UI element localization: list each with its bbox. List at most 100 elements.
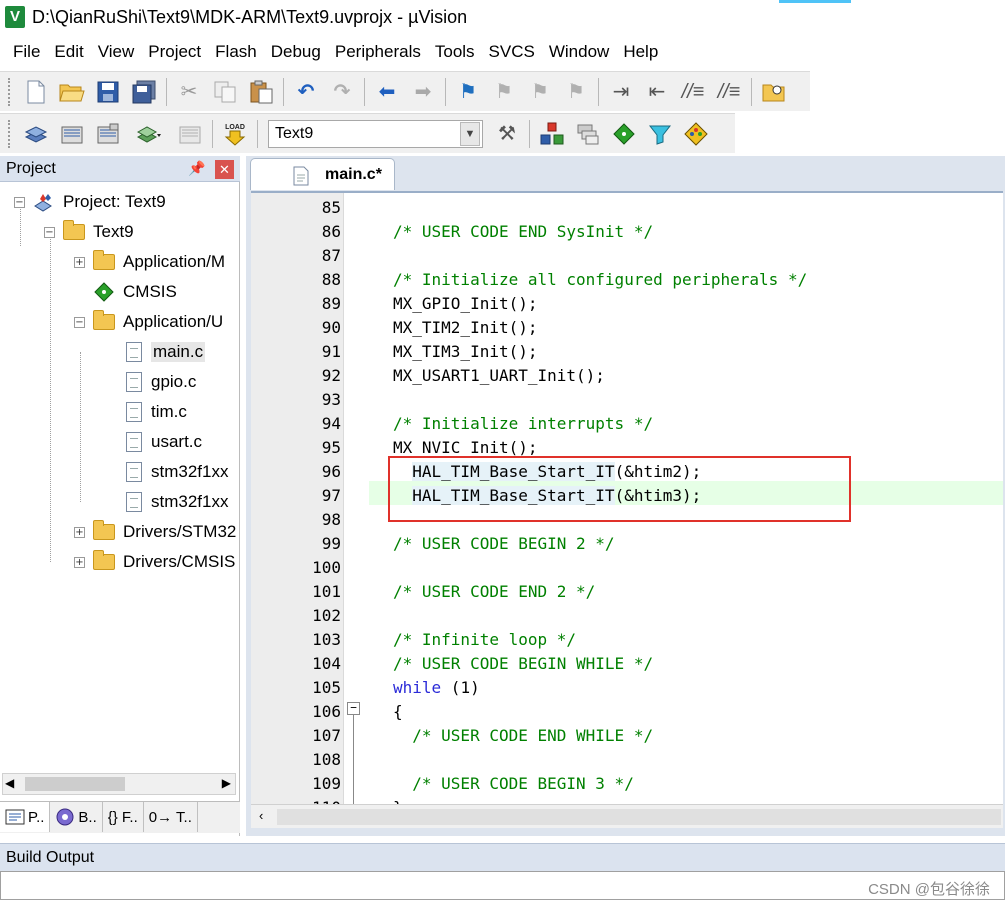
batch-build-button[interactable] [129, 119, 169, 149]
code-line[interactable]: 99 /* USER CODE BEGIN 2 */ [251, 532, 1003, 556]
insert-bookmark-button[interactable]: ⚑ [453, 77, 483, 107]
code-line[interactable]: 85 [251, 196, 1003, 220]
tree-file-stm32f1xx-msp[interactable]: stm32f1xx [125, 488, 228, 516]
stop-build-button[interactable] [175, 119, 205, 149]
scrollbar-thumb[interactable] [25, 777, 125, 791]
code-line[interactable]: 88 /* Initialize all configured periphera… [251, 268, 1003, 292]
manage-project-items-button[interactable] [537, 119, 567, 149]
code-line[interactable]: 107 /* USER CODE END WHILE */ [251, 724, 1003, 748]
tree-file-gpio-c[interactable]: gpio.c [125, 368, 196, 396]
pack-installer-button[interactable] [645, 119, 675, 149]
fold-collapse-icon[interactable]: − [347, 702, 360, 715]
code-line[interactable]: 108 [251, 748, 1003, 772]
tree-node-target[interactable]: − Text9 [44, 218, 134, 246]
code-line[interactable]: 92 MX_USART1_UART_Init(); [251, 364, 1003, 388]
expand-icon[interactable]: + [74, 556, 85, 568]
tree-file-main-c[interactable]: main.c [125, 338, 206, 366]
scroll-left-icon[interactable]: ◀ [5, 776, 14, 790]
save-button[interactable] [93, 77, 123, 107]
menu-peripherals[interactable]: Peripherals [328, 39, 428, 65]
code-line[interactable]: 104 /* USER CODE BEGIN WHILE */ [251, 652, 1003, 676]
save-all-button[interactable] [129, 77, 159, 107]
code-line[interactable]: 100 [251, 556, 1003, 580]
menu-help[interactable]: Help [616, 39, 665, 65]
target-select[interactable]: Text9 ▼ [268, 119, 483, 148]
code-line[interactable]: 91 MX_TIM3_Init(); [251, 340, 1003, 364]
uncomment-selection-button[interactable]: //≡ [714, 77, 744, 107]
select-packs-button[interactable] [573, 119, 603, 149]
rebuild-button[interactable] [93, 119, 123, 149]
tree-file-usart-c[interactable]: usart.c [125, 428, 202, 456]
tree-file-stm32f1xx-it[interactable]: stm32f1xx [125, 458, 228, 486]
code-line[interactable]: 109 /* USER CODE BEGIN 3 */ [251, 772, 1003, 796]
tab-project[interactable]: P.. [0, 802, 51, 832]
code-line[interactable]: 94 /* Initialize interrupts */ [251, 412, 1003, 436]
code-editor[interactable]: 85 86 /* USER CODE END SysInit */ 87 88 /* In… [251, 191, 1003, 804]
collapse-icon[interactable]: − [14, 196, 25, 208]
code-line[interactable]: 101 /* USER CODE END 2 */ [251, 580, 1003, 604]
tree-node-group-drivers-cmsis[interactable]: + Drivers/CMSIS [74, 548, 235, 576]
redo-button[interactable]: ↷ [327, 77, 357, 107]
find-in-files-button[interactable] [759, 77, 789, 107]
chevron-down-icon[interactable]: ▼ [460, 121, 480, 146]
build-output-area[interactable]: CSDN @包谷徐徐 [0, 871, 1005, 900]
code-line[interactable]: 102 [251, 604, 1003, 628]
code-line[interactable]: 106 { [251, 700, 1003, 724]
tree-node-project[interactable]: − Project: Text9 [14, 188, 166, 216]
clear-bookmarks-button[interactable]: ⚑ [561, 77, 591, 107]
uvision-app-icon[interactable]: V [5, 6, 25, 28]
tab-functions[interactable]: {} F.. [103, 802, 144, 832]
project-tree-horizontal-scrollbar[interactable]: ◀ ▶ [2, 773, 236, 795]
download-button[interactable]: LOAD [220, 119, 250, 149]
menu-edit[interactable]: Edit [47, 39, 90, 65]
next-bookmark-button[interactable]: ⚑ [525, 77, 555, 107]
toolbar-grip[interactable] [8, 119, 12, 148]
expand-icon[interactable]: + [74, 526, 85, 538]
expand-icon[interactable]: + [74, 256, 85, 268]
tree-node-group-application-user[interactable]: − Application/U [74, 308, 223, 336]
pin-icon[interactable]: 📌 [188, 160, 205, 177]
tree-file-tim-c[interactable]: tim.c [125, 398, 187, 426]
software-packs-button[interactable] [681, 119, 711, 149]
paste-button[interactable] [246, 77, 276, 107]
undo-button[interactable]: ↶ [291, 77, 321, 107]
code-line[interactable]: 105 while (1) [251, 676, 1003, 700]
copy-button[interactable] [210, 77, 240, 107]
menu-flash[interactable]: Flash [208, 39, 264, 65]
tab-books[interactable]: B.. [50, 802, 103, 832]
menu-window[interactable]: Window [542, 39, 616, 65]
manage-rte-button[interactable] [609, 119, 639, 149]
menu-view[interactable]: View [91, 39, 142, 65]
indent-button[interactable]: ⇥ [606, 77, 636, 107]
code-line[interactable]: 89 MX_GPIO_Init(); [251, 292, 1003, 316]
code-line[interactable]: 87 [251, 244, 1003, 268]
menu-file[interactable]: File [6, 39, 47, 65]
navigate-forward-button[interactable]: ➡ [408, 77, 438, 107]
toolbar-grip[interactable] [8, 77, 12, 106]
collapse-icon[interactable]: − [44, 226, 55, 238]
menu-svcs[interactable]: SVCS [482, 39, 542, 65]
build-button[interactable] [57, 119, 87, 149]
translate-button[interactable] [21, 119, 51, 149]
scrollbar-track[interactable] [277, 809, 1001, 825]
editor-horizontal-scrollbar[interactable]: ‹ [251, 804, 1003, 828]
cut-button[interactable]: ✂ [174, 77, 204, 107]
code-line[interactable]: 93 [251, 388, 1003, 412]
open-file-button[interactable] [57, 77, 87, 107]
close-panel-icon[interactable]: ✕ [215, 160, 234, 179]
options-for-target-button[interactable]: ⚒ [492, 119, 522, 149]
code-line[interactable]: 103 /* Infinite loop */ [251, 628, 1003, 652]
unindent-button[interactable]: ⇤ [642, 77, 672, 107]
menu-tools[interactable]: Tools [428, 39, 482, 65]
menu-debug[interactable]: Debug [264, 39, 328, 65]
tab-templates[interactable]: 0→ T.. [144, 802, 198, 832]
code-line[interactable]: 86 /* USER CODE END SysInit */ [251, 220, 1003, 244]
navigate-back-button[interactable]: ⬅ [372, 77, 402, 107]
code-line[interactable]: 90 MX_TIM2_Init(); [251, 316, 1003, 340]
editor-tab-main-c[interactable]: main.c* [250, 158, 395, 190]
tree-node-cmsis[interactable]: CMSIS [93, 278, 177, 306]
comment-selection-button[interactable]: //≡ [678, 77, 708, 107]
scroll-right-icon[interactable]: ▶ [222, 776, 231, 790]
collapse-icon[interactable]: − [74, 316, 85, 328]
code-line[interactable]: 110} [251, 796, 1003, 804]
